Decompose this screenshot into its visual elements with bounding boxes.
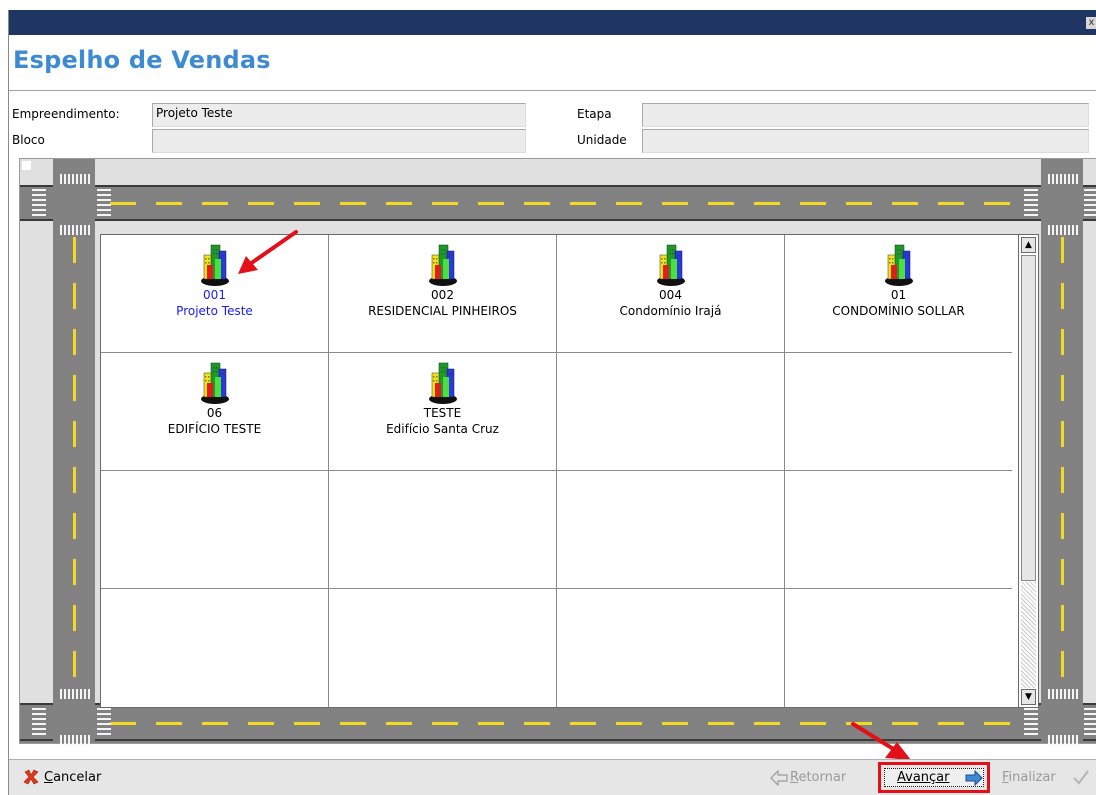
crosswalk-tl-right (97, 189, 111, 217)
empty-project-cell[interactable] (329, 471, 557, 589)
crosswalk-tr-right (1084, 189, 1096, 217)
project-cell[interactable]: 001 Projeto Teste (101, 235, 329, 353)
crosswalk-bl-right (97, 708, 111, 738)
project-code: 002 (431, 288, 454, 302)
cancelar-accesskey: C (44, 770, 54, 785)
retornar-label: etornar (798, 770, 847, 785)
filter-form: Empreendimento: Projeto Teste Bloco Etap… (9, 90, 1096, 158)
project-code: 004 (659, 288, 682, 302)
project-name: Condomínio Irajá (619, 304, 722, 318)
checkmark-icon (1073, 770, 1089, 785)
arrow-left-icon (770, 770, 788, 786)
project-name: Edifício Santa Cruz (386, 422, 499, 436)
scroll-thumb[interactable] (1021, 255, 1036, 581)
scroll-track[interactable] (1021, 582, 1036, 688)
project-name: CONDOMÍNIO SOLLAR (832, 304, 965, 318)
cancelar-button[interactable]: Cancelar (44, 770, 101, 785)
avancar-accesskey: A (897, 770, 906, 785)
avancar-label-wrap: Avançar (897, 770, 950, 785)
avancar-highlight: Avançar (878, 762, 990, 793)
empreendimento-field[interactable]: Projeto Teste (152, 103, 526, 127)
finalizar-label: inalizar (1008, 770, 1056, 785)
project-code: 06 (206, 406, 223, 420)
project-name: EDIFÍCIO TESTE (167, 422, 262, 436)
road-bottom-lane-line (110, 722, 1030, 725)
empty-project-cell[interactable] (785, 471, 1012, 589)
cancel-x-icon (23, 769, 39, 785)
action-bar: Cancelar Retornar Avançar Finalizar (9, 759, 1096, 795)
avancar-button[interactable]: Avançar (884, 768, 984, 787)
crosswalk-bl-bottom (60, 735, 90, 745)
empty-project-cell[interactable] (101, 471, 329, 589)
empreendimento-label: Empreendimento: (12, 107, 120, 121)
unidade-label: Unidade (577, 133, 627, 147)
empty-project-cell[interactable] (329, 589, 557, 707)
empty-project-cell[interactable] (101, 589, 329, 707)
etapa-label: Etapa (577, 107, 612, 121)
building-icon (198, 241, 232, 287)
finalizar-button[interactable]: Finalizar (1002, 770, 1056, 785)
building-icon (882, 241, 916, 287)
curb-top-inner (20, 219, 1096, 221)
crosswalk-tl-top (60, 174, 90, 184)
project-cell[interactable]: TESTE Edifício Santa Cruz (329, 353, 557, 471)
crosswalk-bl-top (60, 689, 90, 699)
arrow-right-icon (965, 770, 983, 786)
crosswalk-br-bottom (1048, 735, 1078, 745)
project-cell[interactable]: 01 CONDOMÍNIO SOLLAR (785, 235, 1012, 353)
crosswalk-br-left (1024, 708, 1038, 738)
project-name: RESIDENCIAL PINHEIROS (368, 304, 517, 318)
crosswalk-tr-left (1024, 189, 1038, 217)
crosswalk-bl-left (32, 708, 46, 738)
building-icon (426, 241, 460, 287)
bloco-field[interactable] (152, 129, 526, 153)
project-map-board: 001 Projeto Teste 002 RESIDENCIAL PINHEIROS… (19, 158, 1096, 745)
building-icon (426, 359, 460, 405)
crosswalk-tr-top (1048, 174, 1078, 184)
project-code: TESTE (423, 406, 462, 420)
title-bar: x (9, 10, 1096, 35)
vertical-scrollbar[interactable]: ▲ ▼ (1019, 234, 1039, 708)
project-code: 01 (890, 288, 907, 302)
board-corner (22, 161, 31, 170)
close-window-button[interactable]: x (1086, 17, 1096, 29)
crosswalk-br-right (1084, 708, 1096, 738)
project-cell[interactable]: 004 Condomínio Irajá (557, 235, 785, 353)
scroll-up-button[interactable]: ▲ (1021, 237, 1036, 253)
scroll-down-button[interactable]: ▼ (1021, 689, 1036, 705)
project-cell[interactable]: 002 RESIDENCIAL PINHEIROS (329, 235, 557, 353)
crosswalk-tr-bottom (1048, 225, 1078, 235)
crosswalk-tl-bottom (60, 225, 90, 235)
project-cell[interactable]: 06 EDIFÍCIO TESTE (101, 353, 329, 471)
road-top-lane-line (110, 202, 1030, 205)
building-icon (654, 241, 688, 287)
project-grid: 001 Projeto Teste 002 RESIDENCIAL PINHEIROS… (100, 234, 1019, 708)
cancelar-label: ancelar (53, 770, 102, 785)
road-right-lane-line (1061, 237, 1064, 697)
empty-project-cell[interactable] (557, 353, 785, 471)
etapa-field[interactable] (642, 103, 1089, 127)
curb-top-outer (20, 185, 1096, 187)
empty-project-cell[interactable] (785, 589, 1012, 707)
project-name: Projeto Teste (176, 304, 253, 318)
bloco-label: Bloco (12, 133, 45, 147)
unidade-field[interactable] (642, 129, 1089, 153)
building-icon (198, 359, 232, 405)
espelho-de-vendas-window: x Espelho de Vendas Empreendimento: Proj… (8, 10, 1096, 795)
empty-project-cell[interactable] (557, 471, 785, 589)
empty-project-cell[interactable] (785, 353, 1012, 471)
avancar-label: vançar (905, 770, 950, 785)
crosswalk-br-top (1048, 689, 1078, 699)
curb-bottom-inner (20, 739, 1096, 741)
crosswalk-tl-left (32, 189, 46, 217)
retornar-button[interactable]: Retornar (790, 770, 846, 785)
page-title: Espelho de Vendas (13, 46, 271, 74)
empty-project-cell[interactable] (557, 589, 785, 707)
road-left-lane-line (73, 237, 76, 697)
project-code: 001 (203, 288, 226, 302)
